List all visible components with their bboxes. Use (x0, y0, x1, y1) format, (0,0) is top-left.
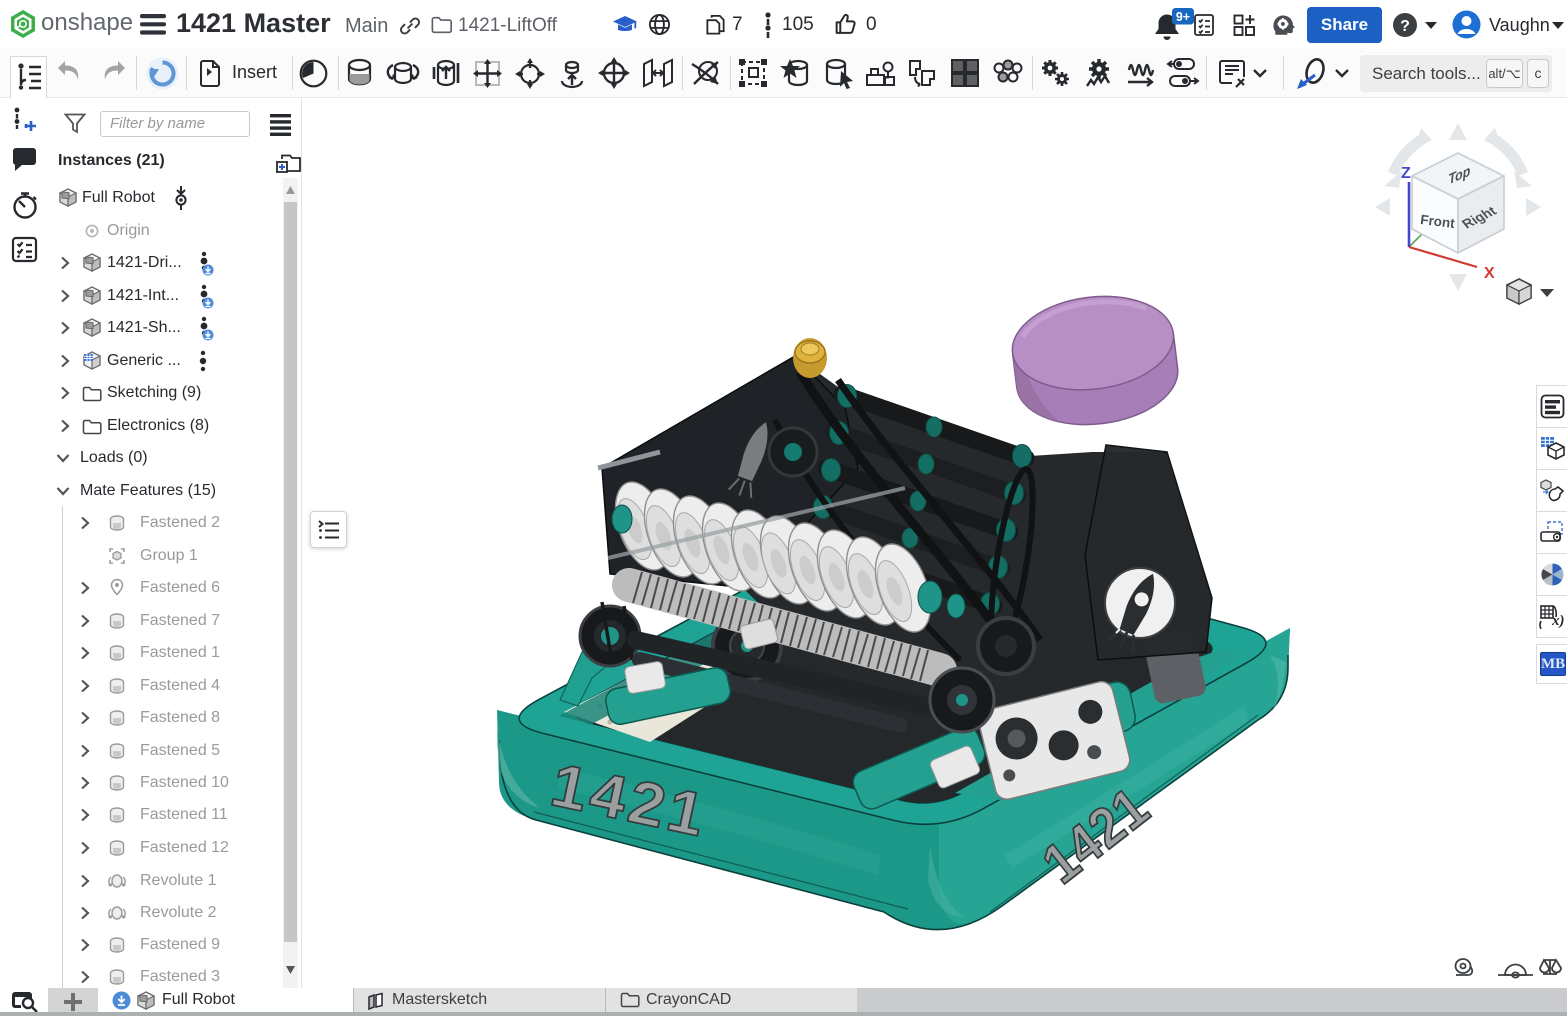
svg-text:Z: Z (1401, 165, 1411, 182)
svg-text:?: ? (1400, 18, 1410, 35)
svg-text:9+: 9+ (1176, 10, 1190, 24)
svg-text:x): x) (1551, 613, 1565, 629)
svg-text:X: X (1484, 265, 1495, 282)
